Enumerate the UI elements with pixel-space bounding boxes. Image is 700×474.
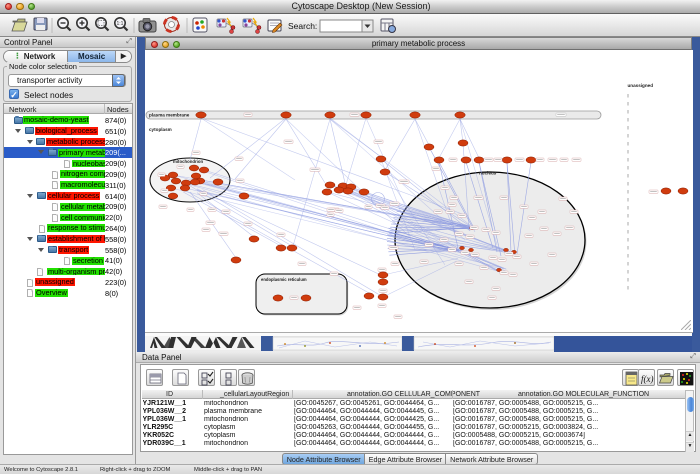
svg-text:1:1: 1:1 <box>117 21 124 27</box>
svg-text:Search:: Search: <box>288 21 317 31</box>
svg-text:nucleus: nucleus <box>479 171 497 176</box>
svg-text:mitochondrion: mitochondrion <box>173 159 203 164</box>
svg-text:f(x): f(x) <box>641 374 654 384</box>
svg-text:endoplasmic reticulum: endoplasmic reticulum <box>261 277 307 282</box>
svg-text:plasma membrane: plasma membrane <box>149 113 190 118</box>
svg-text:unassigned: unassigned <box>628 83 654 88</box>
svg-text:cytoplasm: cytoplasm <box>149 127 172 132</box>
